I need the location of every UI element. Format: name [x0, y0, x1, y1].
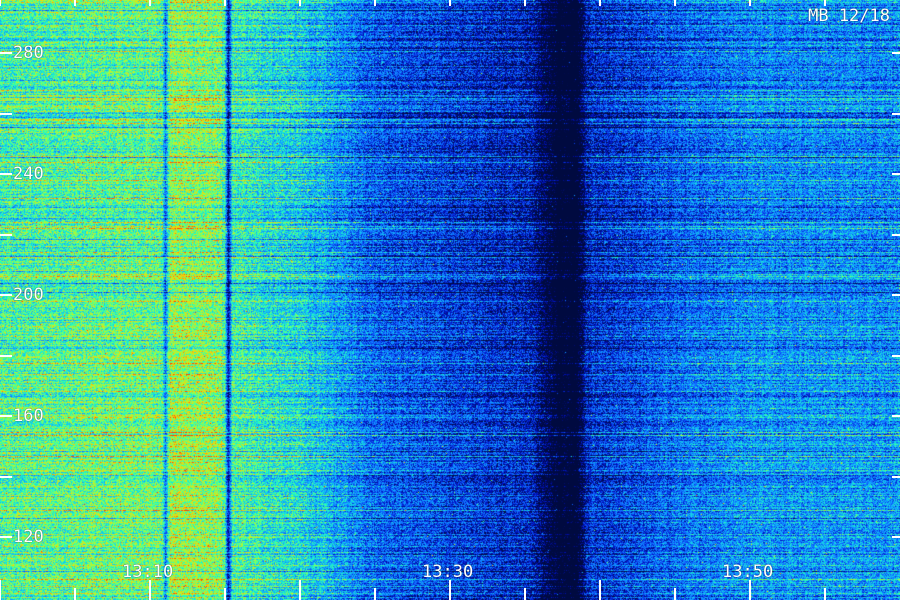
x-tick-mark-minor [74, 588, 76, 600]
y-tick-mark-right [892, 475, 900, 478]
y-tick-label: 280 [13, 43, 44, 63]
y-tick-mark-right [892, 173, 900, 175]
y-tick-mark [0, 233, 12, 236]
y-tick-mark-right [892, 112, 900, 115]
x-tick-mark-top [824, 0, 826, 6]
x-tick-mark-major [749, 580, 751, 600]
x-tick-mark-major [599, 580, 601, 600]
x-tick-mark-major [449, 580, 451, 600]
x-tick-mark-top [524, 0, 526, 6]
y-tick-mark [0, 536, 12, 538]
x-tick-mark-top [449, 0, 451, 6]
y-tick-mark [0, 354, 12, 357]
y-tick-label: 160 [13, 406, 44, 426]
x-tick-label: 13:50 [722, 562, 774, 582]
y-tick-mark [0, 52, 12, 54]
y-tick-label: 240 [13, 164, 44, 184]
y-tick-mark-right [892, 354, 900, 357]
y-tick-mark-right [892, 415, 900, 417]
x-tick-mark-major [149, 580, 151, 600]
spectrogram-chart: MB 12/18 280 240 200 160 120 13:10 13:30… [0, 0, 900, 600]
y-tick-label: 200 [13, 285, 44, 305]
y-tick-mark [0, 475, 12, 478]
x-tick-mark-minor [824, 588, 826, 600]
y-tick-mark [0, 415, 12, 417]
y-tick-mark [0, 173, 12, 175]
x-tick-mark-major [0, 580, 1, 600]
y-tick-mark-right [892, 52, 900, 54]
chart-title: MB 12/18 [808, 6, 890, 26]
y-tick-mark-right [892, 536, 900, 538]
x-tick-label: 13:10 [122, 562, 174, 582]
x-tick-mark-top [0, 0, 1, 6]
x-tick-label: 13:30 [422, 562, 474, 582]
x-tick-mark-top [674, 0, 676, 6]
x-tick-mark-minor [224, 588, 226, 600]
x-tick-mark-minor [524, 588, 526, 600]
axes-overlay: MB 12/18 280 240 200 160 120 13:10 13:30… [0, 0, 900, 600]
x-tick-mark-top [749, 0, 751, 6]
y-tick-mark-right [892, 294, 900, 296]
y-tick-mark [0, 294, 12, 296]
x-tick-mark-top [224, 0, 226, 6]
x-tick-mark-top [599, 0, 601, 6]
x-tick-mark-major [299, 580, 301, 600]
x-tick-mark-top [149, 0, 151, 6]
x-tick-mark-minor [674, 588, 676, 600]
x-tick-mark-top [299, 0, 301, 6]
x-tick-mark-top [374, 0, 376, 6]
y-tick-label: 120 [13, 527, 44, 547]
y-tick-mark [0, 112, 12, 115]
x-tick-mark-minor [374, 588, 376, 600]
y-tick-mark-right [892, 233, 900, 236]
x-tick-mark-top [74, 0, 76, 6]
